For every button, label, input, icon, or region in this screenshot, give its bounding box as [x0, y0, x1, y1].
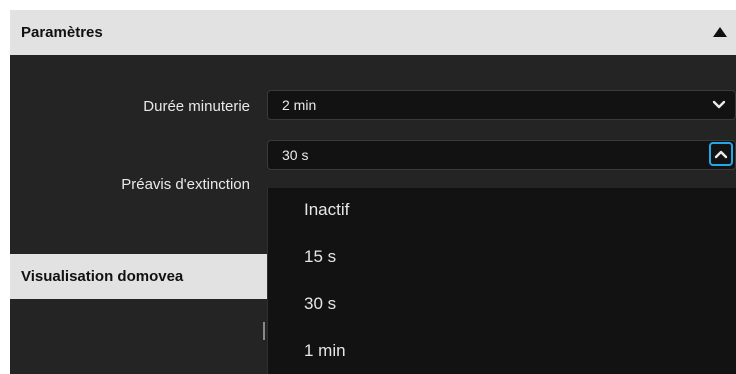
timer-label: Durée minuterie	[143, 98, 250, 115]
settings-header[interactable]: Paramètres	[10, 10, 736, 55]
timer-value: 2 min	[282, 97, 317, 113]
shutdown-warning-label: Préavis d'extinction	[121, 176, 250, 193]
divider	[263, 322, 265, 340]
dropdown-toggle-button[interactable]	[709, 142, 733, 166]
shutdown-warning-select[interactable]: 30 s	[267, 140, 736, 170]
shutdown-warning-options: Inactif 15 s 30 s 1 min	[267, 188, 736, 374]
shutdown-warning-value: 30 s	[282, 147, 309, 163]
visualisation-title: Visualisation domovea	[21, 268, 184, 285]
option-item[interactable]: 1 min	[304, 341, 346, 361]
chevron-down-icon	[712, 100, 726, 109]
page: Paramètres Durée minuterie 2 min Préavis…	[10, 10, 736, 374]
chevron-up-icon	[714, 150, 728, 159]
option-item[interactable]: Inactif	[304, 200, 349, 220]
timer-select[interactable]: 2 min	[267, 90, 736, 120]
option-item[interactable]: 15 s	[304, 247, 336, 267]
option-item[interactable]: 30 s	[304, 294, 336, 314]
triangle-up-icon[interactable]	[713, 27, 727, 37]
settings-title: Paramètres	[21, 24, 103, 41]
